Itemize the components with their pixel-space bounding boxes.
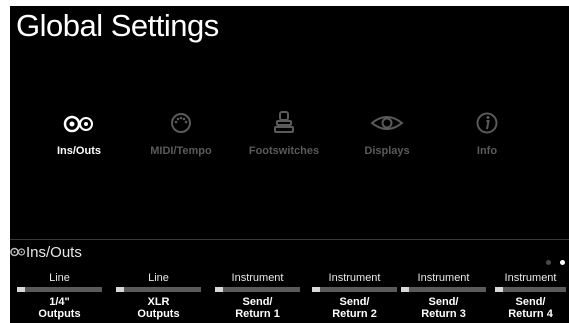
param-quarter-inch-outputs[interactable]: Line 1/4" Outputs: [14, 272, 105, 320]
midi-icon: [171, 113, 191, 133]
info-icon: [476, 112, 498, 134]
param-value: Instrument: [231, 272, 284, 284]
category-displays[interactable]: Displays: [337, 106, 437, 157]
param-name-line2: Return 4: [508, 308, 553, 320]
category-label: Info: [476, 145, 498, 157]
param-value: Instrument: [504, 272, 557, 284]
param-name-line2: Return 3: [421, 308, 466, 320]
category-label: MIDI/Tempo: [150, 145, 212, 157]
param-value-bar: [215, 287, 300, 292]
param-name-line1: Send/: [339, 296, 370, 308]
param-value: Line: [148, 272, 169, 284]
param-send-return-3[interactable]: Instrument Send/ Return 3: [398, 272, 489, 320]
param-name-line1: Send/: [515, 296, 546, 308]
category-label: Footswitches: [248, 145, 320, 157]
param-value: Instrument: [417, 272, 470, 284]
param-name-line2: Return 1: [235, 308, 280, 320]
param-value-bar: [401, 287, 486, 292]
page-indicator: [541, 252, 565, 270]
param-name-line1: 1/4": [49, 296, 70, 308]
display-icon: [370, 116, 404, 130]
param-value-bar: [312, 287, 397, 292]
category-label: Displays: [364, 145, 410, 157]
footswitch-icon: [274, 111, 294, 133]
category-footswitches[interactable]: Footswitches: [234, 106, 334, 157]
ins-outs-icon: [10, 247, 26, 257]
divider: [10, 239, 569, 240]
param-xlr-outputs[interactable]: Line XLR Outputs: [113, 272, 204, 320]
category-ins-outs[interactable]: Ins/Outs: [29, 106, 129, 157]
param-value: Instrument: [328, 272, 381, 284]
category-midi-tempo[interactable]: MIDI/Tempo: [131, 106, 231, 157]
page-dot-active: [560, 260, 565, 265]
section-title: Ins/Outs: [26, 244, 82, 261]
param-value-bar: [495, 287, 566, 292]
param-name-line1: Send/: [242, 296, 273, 308]
category-label: Ins/Outs: [56, 145, 101, 157]
page-dot: [545, 260, 551, 265]
global-settings-screen: Global Settings Ins/Outs MIDI/Tempo Foot…: [10, 6, 569, 323]
category-info[interactable]: Info: [437, 106, 537, 157]
param-name-line2: Outputs: [137, 308, 180, 320]
param-value-bar: [116, 287, 201, 292]
param-name-line1: XLR: [147, 296, 170, 308]
param-name-line2: Outputs: [38, 308, 81, 320]
page-title: Global Settings: [16, 8, 219, 43]
param-name-line2: Return 2: [332, 308, 377, 320]
param-value-bar: [17, 287, 102, 292]
param-name-line1: Send/: [428, 296, 459, 308]
param-send-return-2[interactable]: Instrument Send/ Return 2: [309, 272, 400, 320]
param-send-return-4[interactable]: Instrument Send/ Return 4: [492, 272, 569, 320]
ins-outs-icon: [63, 115, 93, 133]
param-send-return-1[interactable]: Instrument Send/ Return 1: [212, 272, 303, 320]
param-value: Line: [49, 272, 70, 284]
